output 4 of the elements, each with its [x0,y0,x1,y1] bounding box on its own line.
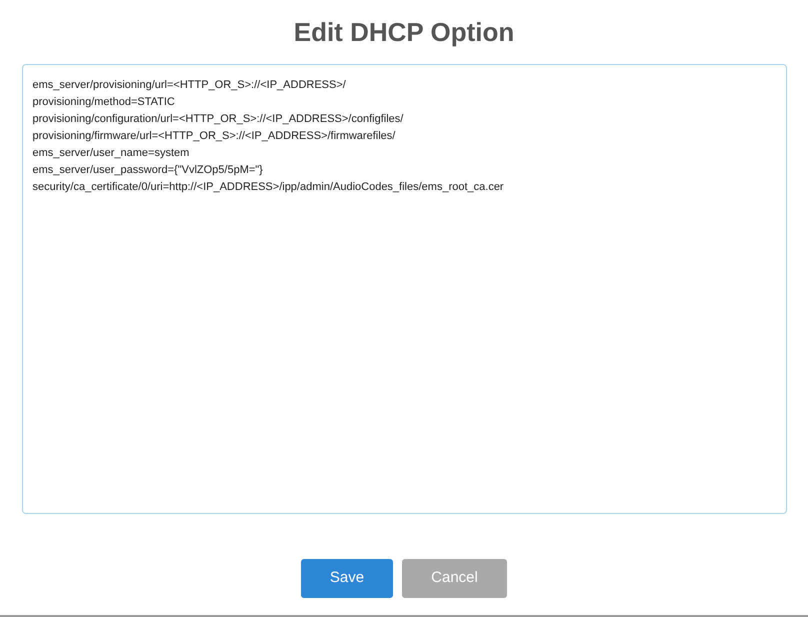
dialog-title: Edit DHCP Option [294,16,514,49]
save-button[interactable]: Save [301,559,393,598]
cancel-button[interactable]: Cancel [402,559,507,598]
option-text-field[interactable]: ems_server/provisioning/url=<HTTP_OR_S>://<IP_ADDRESS>/ provisioning/method=STATIC provisioning/configuration/url=<HTTP_OR_S>://<IP_ADDRESS>/configfiles/ provisioning/firmware/url=<HTTP_OR_S>://<IP_ADDRESS>/firmwarefiles/ ems_server/user_name=system ems_server/user_password={"VvlZOp5/5pM="} security/ca_certificate/0/uri=http://<IP_ADDRESS>/ipp/admin/AudioCodes_files/ems_root_ca.cer [22,64,786,514]
